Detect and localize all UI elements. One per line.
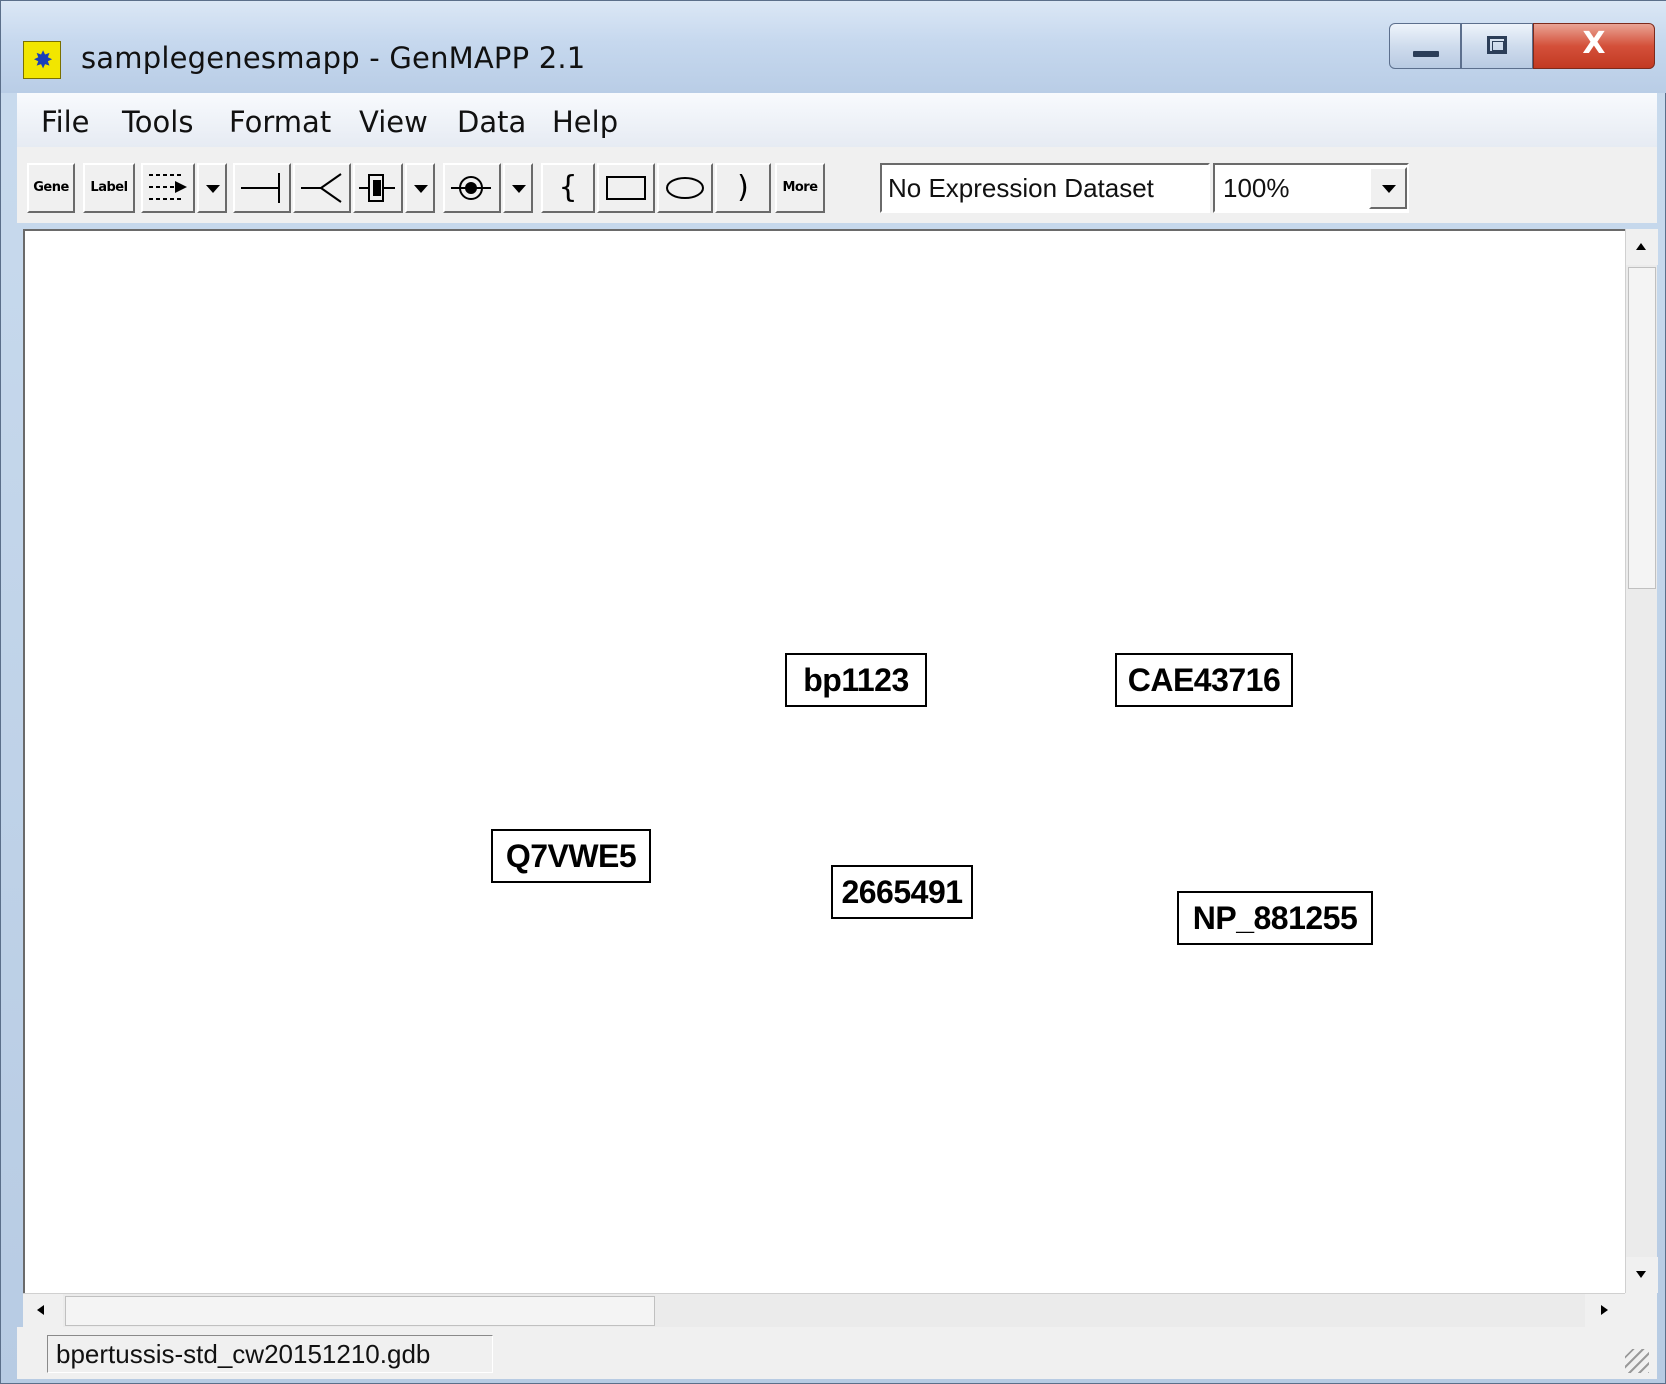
scroll-up-button[interactable] [1626,229,1658,265]
zoom-dropdown-button[interactable] [1369,167,1407,209]
brace-icon: { [558,170,578,205]
arc-icon: ) [737,170,749,205]
minimize-icon [1413,51,1439,57]
gene-box-2665491[interactable]: 2665491 [831,865,973,919]
close-icon: X [1582,26,1606,61]
binding-type-dropdown[interactable] [503,163,533,213]
gene-database-status: bpertussis-std_cw20151210.gdb [47,1335,493,1373]
label-tool-label: Label [90,180,128,195]
menu-help[interactable]: Help [552,105,618,139]
more-tools-label: More [782,180,818,195]
gene-box-bp1123[interactable]: bp1123 [785,653,927,707]
arrow-down-icon [1636,1271,1646,1278]
menu-data[interactable]: Data [457,105,526,139]
arrow-right-icon [1601,1305,1608,1315]
scroll-left-button[interactable] [23,1294,63,1328]
arrow-up-icon [1636,243,1646,250]
receptor-line-icon [301,173,342,203]
expression-dataset-selector[interactable]: No Expression Dataset [880,163,1210,213]
more-tools-button[interactable]: More [775,163,825,213]
chevron-down-icon [414,185,428,193]
arrow-type-dropdown[interactable] [197,163,227,213]
gene-tool-button[interactable]: Gene [27,163,75,213]
maximize-icon [1487,36,1507,54]
menu-tools[interactable]: Tools [122,105,193,139]
label-tool-button[interactable]: Label [83,163,135,213]
resize-grip-icon[interactable] [1625,1349,1649,1373]
scroll-down-button[interactable] [1626,1257,1658,1293]
rectangle-icon [606,176,646,200]
starburst-glyph: ✸ [33,46,54,74]
maximize-button[interactable] [1461,23,1533,69]
chevron-down-icon [206,185,220,193]
scroll-right-button[interactable] [1585,1294,1625,1328]
horizontal-scroll-thumb[interactable] [65,1296,655,1326]
title-bar[interactable]: ✸ samplegenesmapp - GenMAPP 2.1 X [1,1,1666,93]
vertical-scrollbar[interactable] [1625,229,1658,1293]
dashed-arrow-icon [149,174,187,200]
brace-tool-button[interactable]: { [541,163,595,213]
inhibition-line-tool-button[interactable] [233,163,291,213]
binding-tool-button[interactable] [443,163,501,213]
close-button[interactable]: X [1533,23,1655,69]
chevron-down-icon [512,185,526,193]
menu-view[interactable]: View [359,105,428,139]
window-title: samplegenesmapp - GenMAPP 2.1 [81,41,586,75]
arc-tool-button[interactable]: ) [715,163,771,213]
oval-tool-button[interactable] [657,163,713,213]
rectangle-tool-button[interactable] [597,163,655,213]
app-window: ✸ samplegenesmapp - GenMAPP 2.1 X File T… [0,0,1666,1384]
vertical-scroll-thumb[interactable] [1628,267,1656,589]
binding-circle-icon [451,176,491,200]
genmapp-logo-icon[interactable]: ✸ [23,41,61,79]
minimize-button[interactable] [1389,23,1461,69]
horizontal-scrollbar[interactable] [23,1293,1625,1328]
gene-box-q7vwe5[interactable]: Q7VWE5 [491,829,651,883]
ligand-tool-button[interactable] [353,163,403,213]
menu-file[interactable]: File [41,105,90,139]
ligand-type-dropdown[interactable] [405,163,435,213]
menu-format[interactable]: Format [229,105,331,139]
toolbar: Gene Label {) More No Expression Datase… [17,147,1657,223]
oval-icon [666,177,704,199]
gene-tool-label: Gene [33,180,69,195]
mapp-canvas[interactable]: bp1123 CAE43716 Q7VWE5 2665491 NP_881255 [23,229,1625,1293]
arrow-line-tool-button[interactable] [141,163,195,213]
chevron-down-icon [1382,185,1396,193]
ligand-round-icon [359,174,395,202]
scroll-corner [1625,1293,1657,1327]
gene-box-np-881255[interactable]: NP_881255 [1177,891,1373,945]
inhibition-line-icon [241,173,280,203]
status-bar: bpertussis-std_cw20151210.gdb [17,1327,1657,1379]
gene-box-cae43716[interactable]: CAE43716 [1115,653,1293,707]
arrow-left-icon [37,1305,44,1315]
receptor-line-tool-button[interactable] [293,163,351,213]
menu-bar: File Tools Format View Data Help [17,93,1657,148]
